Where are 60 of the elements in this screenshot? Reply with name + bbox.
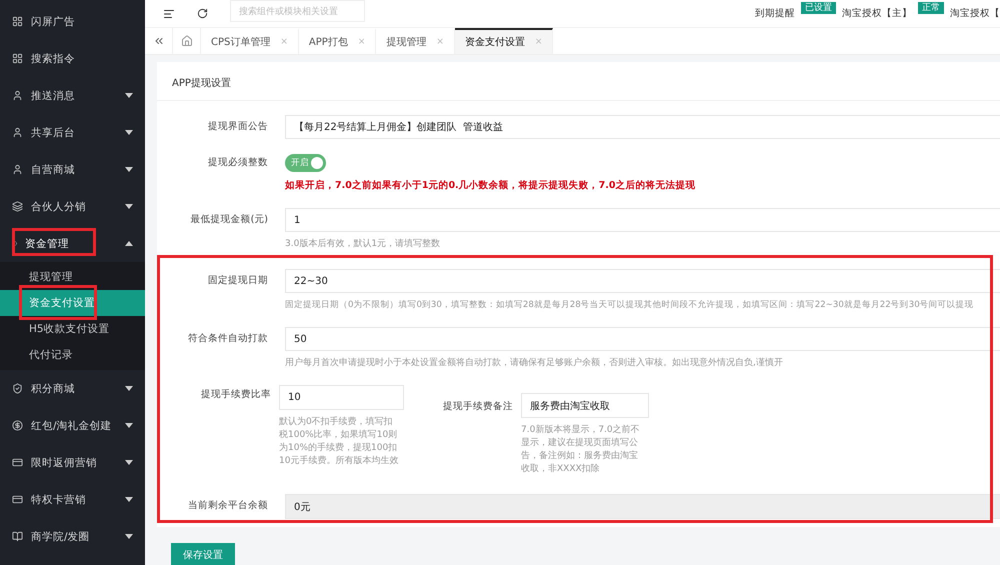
submenu-item[interactable]: 提现管理 [0, 264, 145, 290]
user-icon [12, 127, 23, 138]
coin-icon [12, 420, 23, 431]
help-text: 7.0新版本将显示，7.0之前不显示，建议在提现页面填写公告，备注例如：服务费由淘宝收取，非XXXX扣除 [521, 424, 641, 476]
text-field[interactable]: 50 [285, 327, 1000, 351]
sidebar-item[interactable]: 特权卡营销 [0, 481, 145, 518]
refresh-icon[interactable] [197, 8, 208, 19]
card-icon [12, 494, 23, 505]
status-badge: 正常 [918, 2, 944, 14]
status-label: 到期提醒 [755, 7, 795, 20]
menu-icon[interactable] [163, 8, 175, 20]
text-field[interactable]: 22~30 [285, 269, 1000, 293]
user-icon [12, 164, 23, 175]
grid-icon [12, 53, 23, 64]
sidebar-item[interactable]: 闪屏广告 [0, 3, 145, 40]
text-field[interactable]: 【每月22号结算上月佣金】创建团队 管道收益 [285, 115, 1000, 139]
warning-text: 如果开启，7.0之前如果有小于1元的0.几小数余额，将提示提现失败，7.0之后的将无法提现 [285, 179, 696, 192]
field-label: 提现必须整数 [207, 156, 269, 170]
sidebar-item[interactable]: 推送消息 [0, 77, 145, 114]
field-label: 最低提现金额(元) [190, 213, 269, 227]
submenu-item[interactable]: 代付记录 [0, 342, 145, 368]
field-label: 固定提现日期 [207, 274, 269, 288]
status-badge: 已设置 [801, 2, 836, 14]
sidebar-item[interactable]: 搜索指令 [0, 40, 145, 77]
dot-icon [12, 241, 17, 246]
section-title: APP提现设置 [157, 62, 1000, 101]
sidebar-item[interactable]: 商学院/发圈 [0, 518, 145, 555]
sidebar-item[interactable]: 资金管理 [0, 225, 145, 262]
search-field[interactable]: 搜索组件或模块相关设置 [230, 0, 365, 22]
help-text: 3.0版本后有效，默认1元，请填写整数 [285, 238, 442, 251]
sidebar-item[interactable]: 红包/淘礼金创建 [0, 407, 145, 444]
tab[interactable]: 资金支付设置 × [454, 28, 554, 54]
field-label: 提现手续费比率 [200, 388, 272, 402]
status-label: 淘宝授权【 [950, 7, 1000, 20]
layers-icon [12, 201, 23, 212]
user-icon [12, 90, 23, 101]
sidebar-item[interactable]: 自营商城 [0, 151, 145, 188]
book-icon [12, 531, 23, 542]
text-field[interactable]: 1 [285, 208, 1000, 232]
status-label: 淘宝授权【主】 [842, 7, 912, 20]
grid-icon [12, 16, 23, 27]
sidebar-item[interactable]: 限时返佣营销 [0, 444, 145, 481]
collapse-icon[interactable] [152, 35, 164, 47]
text-field[interactable]: 服务费由淘宝收取 [521, 393, 649, 418]
sidebar-item[interactable]: 合伙人分销 [0, 188, 145, 225]
submenu-item[interactable]: H5收款支付设置 [0, 316, 145, 342]
sidebar-item[interactable]: 积分商城 [0, 370, 145, 407]
card-icon [12, 457, 23, 468]
field-label: 提现界面公告 [207, 120, 269, 134]
help-text: 默认为0不扣手续费，填写扣税100%比率，如果填写10则为10%的手续费，提现100扣10元手续费。所有版本均生效 [279, 416, 399, 468]
field-label: 提现手续费备注 [442, 400, 514, 414]
shield-icon [12, 383, 23, 394]
field-label: 当前剩余平台余额 [187, 499, 269, 513]
field-label: 符合条件自动打款 [187, 332, 269, 346]
text-field[interactable]: 10 [279, 385, 404, 410]
help-text: 用户每月首次申请提现时小于本处设置金额将自动打款，请确保有足够账户余额，否则进入审核。如出现意外情况自负,谨慎开 [285, 356, 784, 370]
home-icon[interactable] [180, 35, 192, 47]
sidebar-item[interactable]: 共享后台 [0, 114, 145, 151]
readonly-field[interactable]: 0元 [285, 494, 1000, 519]
help-text: 固定提现日期（0为不限制）填写0到30，填写整数：如填写28就是每月28号当天可以提现其他时间段不允许提现，如填写区间：填写22~30就是每月22号到30号间可以提现 [285, 298, 975, 312]
